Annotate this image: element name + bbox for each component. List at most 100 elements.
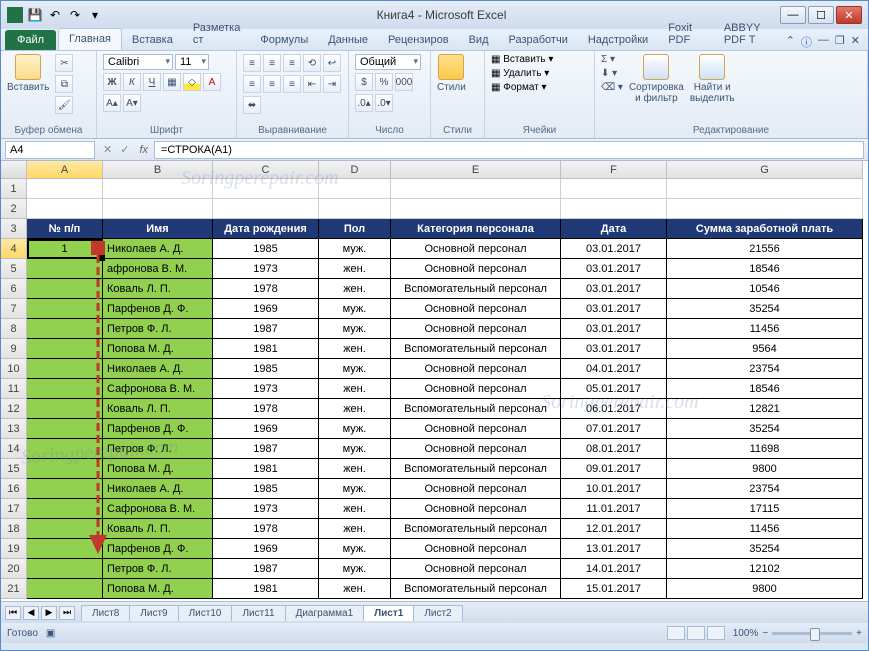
enter-formula-icon[interactable]: ✓ (116, 143, 133, 156)
cell[interactable]: Попова М. Д. (103, 339, 213, 359)
redo-icon[interactable]: ↷ (67, 7, 83, 23)
cell[interactable]: 03.01.2017 (561, 259, 667, 279)
cell[interactable]: 1987 (213, 559, 319, 579)
formula-input[interactable]: =СТРОКА(A1) (154, 141, 864, 159)
cell[interactable]: муж. (319, 419, 391, 439)
cell[interactable]: Основной персонал (391, 379, 561, 399)
tab-abbyy[interactable]: ABBYY PDF T (714, 18, 786, 50)
cell[interactable] (27, 259, 103, 279)
zoom-slider[interactable] (772, 632, 852, 635)
cell[interactable]: Основной персонал (391, 359, 561, 379)
name-box[interactable]: A4 (5, 141, 95, 159)
column-header[interactable]: C (213, 161, 319, 179)
cell[interactable]: муж. (319, 319, 391, 339)
cell[interactable] (27, 399, 103, 419)
column-header[interactable]: D (319, 161, 391, 179)
doc-restore-icon[interactable]: ❐ (835, 34, 845, 50)
row-header[interactable]: 15 (1, 459, 27, 479)
align-right-icon[interactable]: ≡ (283, 75, 301, 93)
cell[interactable]: афронова В. М. (103, 259, 213, 279)
fx-icon[interactable]: fx (133, 144, 154, 156)
cell[interactable]: 08.01.2017 (561, 439, 667, 459)
italic-button[interactable]: К (123, 73, 141, 91)
cell[interactable] (27, 379, 103, 399)
styles-button[interactable]: Стили (437, 54, 466, 93)
cell[interactable]: муж. (319, 299, 391, 319)
row-header[interactable]: 10 (1, 359, 27, 379)
indent-inc-icon[interactable]: ⇥ (323, 75, 341, 93)
cell[interactable]: 1981 (213, 459, 319, 479)
font-name-combo[interactable]: Calibri (103, 54, 173, 70)
cell[interactable]: Николаев А. Д. (103, 479, 213, 499)
cell[interactable]: Парфенов Д. Ф. (103, 539, 213, 559)
sheet-nav-prev-icon[interactable]: ◀ (23, 606, 39, 620)
cell[interactable]: 11.01.2017 (561, 499, 667, 519)
format-painter-icon[interactable]: 🖌 (55, 96, 73, 114)
currency-icon[interactable]: $ (355, 73, 373, 91)
zoom-out-icon[interactable]: − (762, 628, 768, 639)
cell[interactable]: Дата (561, 219, 667, 239)
tab-addins[interactable]: Надстройки (578, 30, 658, 50)
cell[interactable]: Николаев А. Д. (103, 239, 213, 259)
cell[interactable]: 1981 (213, 339, 319, 359)
close-button[interactable]: ✕ (836, 6, 862, 24)
row-header[interactable]: 20 (1, 559, 27, 579)
tab-home[interactable]: Главная (58, 28, 122, 50)
fill-icon[interactable]: ⬇ ▾ (601, 68, 623, 79)
cell[interactable]: Сафронова В. М. (103, 499, 213, 519)
cell[interactable]: 1985 (213, 359, 319, 379)
cell[interactable]: Николаев А. Д. (103, 359, 213, 379)
cell[interactable]: Основной персонал (391, 479, 561, 499)
cell[interactable]: 10.01.2017 (561, 479, 667, 499)
cells-delete-button[interactable]: ▦ Удалить ▾ (491, 68, 549, 79)
tab-developer[interactable]: Разработчи (499, 30, 578, 50)
row-header[interactable]: 17 (1, 499, 27, 519)
fill-color-button[interactable]: ◇ (183, 73, 201, 91)
cells-format-button[interactable]: ▦ Формат ▾ (491, 82, 547, 93)
row-header[interactable]: 21 (1, 579, 27, 599)
cell[interactable]: 1978 (213, 279, 319, 299)
cell[interactable]: жен. (319, 499, 391, 519)
column-header[interactable]: E (391, 161, 561, 179)
cell[interactable] (27, 539, 103, 559)
cell[interactable]: 12821 (667, 399, 863, 419)
row-header[interactable]: 13 (1, 419, 27, 439)
sheet-tab[interactable]: Диаграмма1 (285, 605, 365, 621)
cell[interactable]: Петров Ф. Л. (103, 439, 213, 459)
cell[interactable]: Вспомогательный персонал (391, 579, 561, 599)
underline-button[interactable]: Ч (143, 73, 161, 91)
cell[interactable]: 11456 (667, 319, 863, 339)
tab-formulas[interactable]: Формулы (250, 30, 318, 50)
clear-icon[interactable]: ⌫ ▾ (601, 82, 623, 93)
cell[interactable]: Вспомогательный персонал (391, 459, 561, 479)
font-size-combo[interactable]: 11 (175, 54, 209, 70)
row-header[interactable]: 8 (1, 319, 27, 339)
macro-record-icon[interactable]: ▣ (46, 628, 55, 639)
row-header[interactable]: 14 (1, 439, 27, 459)
cell[interactable]: 1985 (213, 239, 319, 259)
fill-handle[interactable] (99, 255, 105, 261)
sheet-tab[interactable]: Лист11 (231, 605, 285, 621)
row-header[interactable]: 16 (1, 479, 27, 499)
select-all-corner[interactable] (1, 161, 27, 179)
cell[interactable]: жен. (319, 519, 391, 539)
tab-data[interactable]: Данные (318, 30, 378, 50)
cell[interactable]: Основной персонал (391, 419, 561, 439)
cell[interactable]: 11456 (667, 519, 863, 539)
cell[interactable]: 17115 (667, 499, 863, 519)
bold-button[interactable]: Ж (103, 73, 121, 91)
cell[interactable]: Имя (103, 219, 213, 239)
find-select-button[interactable]: Найти и выделить (690, 54, 735, 104)
cell[interactable]: Основной персонал (391, 259, 561, 279)
cell[interactable]: Вспомогательный персонал (391, 399, 561, 419)
zoom-in-icon[interactable]: + (856, 628, 862, 639)
cell[interactable] (391, 179, 561, 199)
cell[interactable]: 18546 (667, 259, 863, 279)
row-header[interactable]: 18 (1, 519, 27, 539)
help-icon[interactable]: ⓘ (801, 34, 812, 50)
cell[interactable]: 9800 (667, 459, 863, 479)
cell[interactable]: 35254 (667, 299, 863, 319)
cell[interactable]: 9564 (667, 339, 863, 359)
align-bot-icon[interactable]: ≡ (283, 54, 301, 72)
row-header[interactable]: 2 (1, 199, 27, 219)
